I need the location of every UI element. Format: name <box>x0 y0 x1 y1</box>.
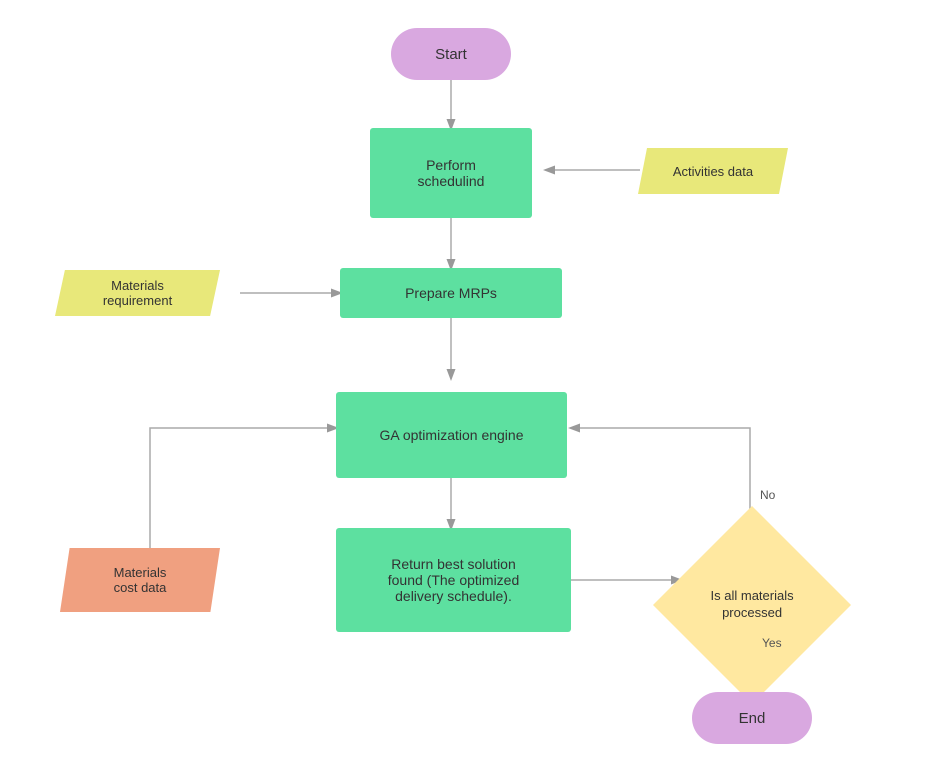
ga-optimization-node: GA optimization engine <box>336 392 567 478</box>
perform-scheduling-node: Perform schedulind <box>370 128 532 218</box>
is-all-materials-diamond: Is all materials processed <box>653 506 851 704</box>
flowchart-diagram: Start Perform schedulind Prepare MRPs GA… <box>0 0 928 771</box>
yes-label: Yes <box>762 636 782 650</box>
prepare-mrps-node: Prepare MRPs <box>340 268 562 318</box>
end-node: End <box>692 692 812 744</box>
activities-data-node: Activities data <box>638 148 788 194</box>
no-label: No <box>760 488 775 502</box>
return-best-solution-node: Return best solution found (The optimize… <box>336 528 571 632</box>
start-node: Start <box>391 28 511 80</box>
materials-requirement-node: Materials requirement <box>55 270 220 316</box>
materials-cost-node: Materials cost data <box>60 548 220 612</box>
